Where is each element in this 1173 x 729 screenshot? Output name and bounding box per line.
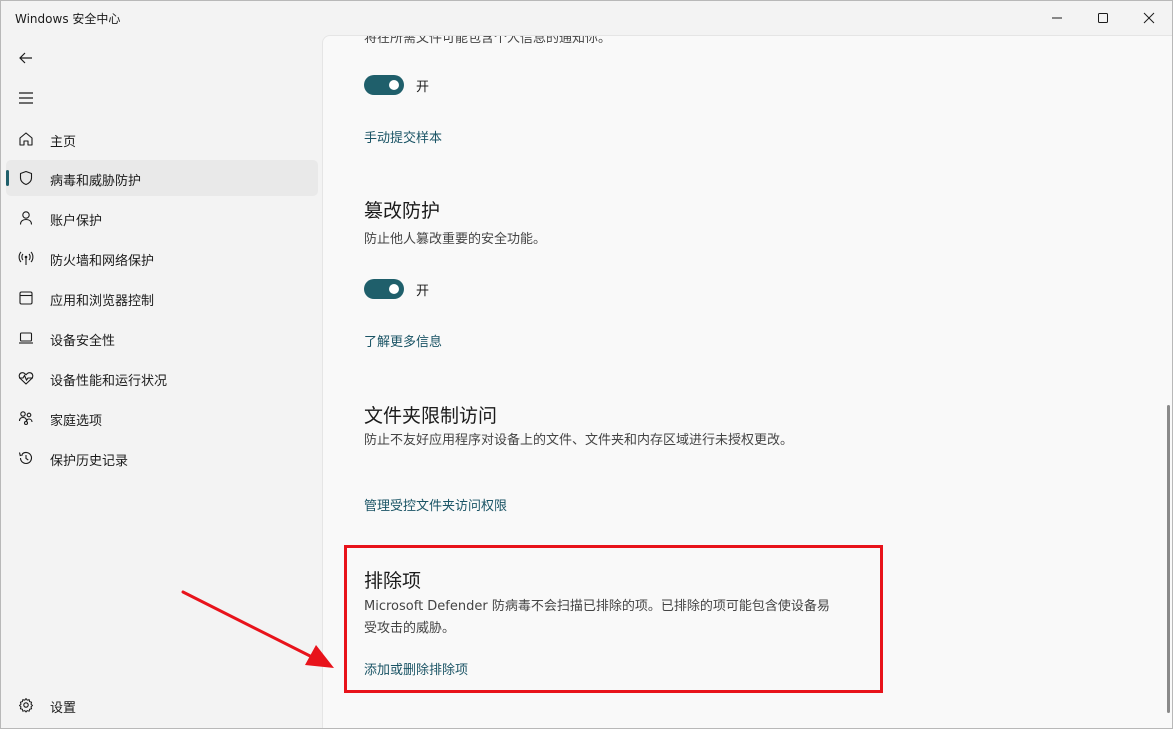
sidebar-item-label: 保护历史记录 <box>50 454 129 469</box>
tamper-protection-toggle[interactable] <box>364 279 404 299</box>
close-button[interactable] <box>1126 1 1172 35</box>
sidebar-item-home[interactable]: 主页 <box>6 121 318 157</box>
antenna-icon <box>17 249 35 267</box>
sidebar: 主页 病毒和威胁防护 账户保护 防火墙和网络保护 应用和浏览器控制 设备安全性 … <box>1 35 322 728</box>
sidebar-item-app-browser-control[interactable]: 应用和浏览器控制 <box>6 280 318 316</box>
hamburger-menu-icon <box>19 92 33 104</box>
back-button[interactable] <box>11 43 41 73</box>
person-icon <box>17 209 35 227</box>
sidebar-item-label: 家庭选项 <box>50 414 103 429</box>
home-icon <box>17 130 35 148</box>
sidebar-item-protection-history[interactable]: 保护历史记录 <box>6 440 318 476</box>
gear-icon <box>17 696 35 714</box>
close-icon <box>1143 12 1155 24</box>
sidebar-item-settings[interactable]: 设置 <box>6 687 318 723</box>
sidebar-item-account-protection[interactable]: 账户保护 <box>6 200 318 236</box>
toggle-state-label: 开 <box>416 79 430 95</box>
toggle-state-label: 开 <box>416 283 430 299</box>
laptop-icon <box>17 329 35 347</box>
title-bar: Windows 安全中心 <box>1 1 1172 35</box>
menu-button[interactable] <box>11 83 41 113</box>
tamper-toggle-row: 开 <box>364 279 429 299</box>
sidebar-item-firewall[interactable]: 防火墙和网络保护 <box>6 240 318 276</box>
scrollbar-thumb[interactable] <box>1167 405 1170 713</box>
tamper-protection-title: 篡改防护 <box>364 200 441 222</box>
manage-folder-access-link[interactable]: 管理受控文件夹访问权限 <box>364 495 507 514</box>
sidebar-item-label: 病毒和威胁防护 <box>50 174 142 189</box>
sidebar-item-label: 账户保护 <box>50 214 103 229</box>
sidebar-item-label: 设备性能和运行状况 <box>50 374 168 389</box>
family-icon <box>17 409 35 427</box>
heart-pulse-icon <box>17 369 35 387</box>
sidebar-item-family-options[interactable]: 家庭选项 <box>6 400 318 436</box>
back-arrow-icon <box>19 52 32 64</box>
minimize-icon <box>1052 17 1062 19</box>
auto-submit-toggle[interactable] <box>364 75 404 95</box>
app-window-icon <box>17 289 35 307</box>
sidebar-item-device-security[interactable]: 设备安全性 <box>6 320 318 356</box>
exclusions-title: 排除项 <box>364 570 422 592</box>
shield-icon <box>17 169 35 187</box>
maximize-icon <box>1098 13 1108 23</box>
sidebar-item-virus-protection[interactable]: 病毒和威胁防护 <box>6 160 318 196</box>
learn-more-link[interactable]: 了解更多信息 <box>364 331 442 350</box>
selection-indicator <box>6 170 9 186</box>
toggle-knob <box>389 284 399 294</box>
window-title: Windows 安全中心 <box>15 12 121 26</box>
maximize-button[interactable] <box>1080 1 1126 35</box>
exclusions-desc: Microsoft Defender 防病毒不会扫描已排除的项。已排除的项可能包… <box>364 599 830 636</box>
history-icon <box>17 449 35 467</box>
minimize-button[interactable] <box>1034 1 1080 35</box>
cut-off-description: 将在所需文件可能包含个人信息的通知你。 <box>364 35 612 46</box>
sidebar-item-label: 防火墙和网络保护 <box>50 254 155 269</box>
sidebar-item-label: 应用和浏览器控制 <box>50 294 155 309</box>
toggle-knob <box>389 80 399 90</box>
add-remove-exclusions-link[interactable]: 添加或删除排除项 <box>364 659 468 678</box>
tamper-protection-desc: 防止他人篡改重要的安全功能。 <box>364 232 547 247</box>
auto-submit-toggle-row: 开 <box>364 75 429 95</box>
controlled-folder-access-title: 文件夹限制访问 <box>364 405 498 427</box>
controlled-folder-access-desc: 防止不友好应用程序对设备上的文件、文件夹和内存区域进行未授权更改。 <box>364 433 794 448</box>
sidebar-item-label: 主页 <box>50 135 77 150</box>
sidebar-item-device-performance[interactable]: 设备性能和运行状况 <box>6 360 318 396</box>
app-window: Windows 安全中心 主页 病毒和威胁防护 账户保护 防火墙和网络保护 应用… <box>0 0 1173 729</box>
settings-label: 设置 <box>50 701 77 716</box>
manual-submit-sample-link[interactable]: 手动提交样本 <box>364 127 442 146</box>
main-content: 将在所需文件可能包含个人信息的通知你。 开 手动提交样本 篡改防护 防止他人篡改… <box>322 35 1172 728</box>
sidebar-item-label: 设备安全性 <box>50 334 116 349</box>
